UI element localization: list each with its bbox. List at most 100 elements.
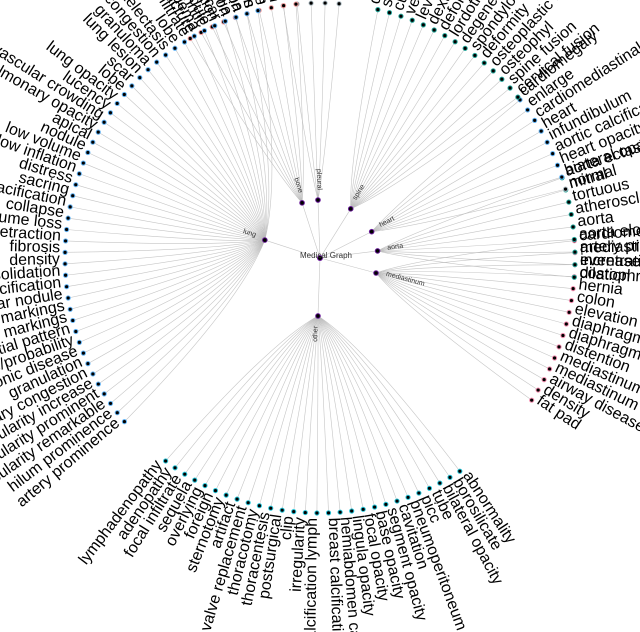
leaf-node (64, 227, 68, 231)
link (376, 273, 532, 400)
leaf-node (508, 86, 512, 90)
leaf-node (458, 469, 462, 473)
leaf-node (223, 19, 227, 23)
leaf-node (473, 53, 477, 57)
leaf-node (68, 307, 72, 311)
leaf-node (63, 239, 67, 243)
branch-label: spine (352, 183, 367, 201)
link (376, 273, 550, 369)
leaf-node (337, 2, 341, 6)
branch-node-mediastinum (374, 271, 379, 276)
leaf-node (463, 46, 467, 50)
leaf-node (421, 23, 425, 27)
link (351, 71, 493, 209)
leaf-node (309, 1, 313, 5)
leaf-node (192, 34, 196, 38)
leaf-node (108, 111, 112, 115)
leaf-node (193, 478, 197, 482)
leaf-node (63, 273, 67, 277)
leaf-node (545, 140, 549, 144)
leaf-node (74, 183, 78, 187)
leaf-node (182, 40, 186, 44)
link (376, 273, 559, 347)
leaf-node (361, 507, 365, 511)
branch-label: other (312, 325, 320, 342)
leaf-node (557, 345, 561, 349)
leaf-node (108, 401, 112, 405)
leaf-node (130, 84, 134, 88)
leaf-node (427, 486, 431, 490)
leaf-node (372, 505, 376, 509)
branch-label: mediastinum (385, 271, 425, 288)
leaf-node (491, 69, 495, 73)
link (320, 258, 376, 273)
leaf-node (246, 501, 250, 505)
leaf-node (68, 205, 72, 209)
link (351, 97, 518, 209)
leaf-node (563, 187, 567, 191)
link (98, 240, 265, 384)
leaf-node (572, 275, 576, 279)
leaf-node (395, 499, 399, 503)
radial-tree-diagram: Medical Graphotherabnormalityborosilicat… (0, 0, 640, 632)
leaf-node (350, 509, 354, 513)
leaf-node (71, 194, 75, 198)
leaf-node (183, 472, 187, 476)
leaf-node (573, 250, 577, 254)
leaf-node (326, 511, 330, 515)
link (73, 196, 265, 240)
leaf-node (539, 129, 543, 133)
link (124, 240, 264, 422)
leaf-node (71, 318, 75, 322)
branch-node-spine (348, 207, 353, 212)
leaf-node (164, 459, 168, 463)
branch-node-lung (263, 238, 268, 243)
leaf-node (146, 68, 150, 72)
leaf-node (376, 8, 380, 12)
link (351, 20, 413, 209)
link (318, 316, 352, 511)
link (226, 316, 318, 495)
leaf-node (410, 18, 414, 22)
leaf-node (572, 237, 576, 241)
leaf-node (77, 340, 81, 344)
leaf-node (115, 101, 119, 105)
link (215, 316, 317, 491)
leaf-node (81, 351, 85, 355)
link (372, 110, 528, 232)
branch-label: pleural (315, 169, 323, 191)
leaf-node (292, 510, 296, 514)
leaf-node (188, 36, 192, 40)
leaf-node (96, 130, 100, 134)
link (372, 131, 542, 232)
root-label: Medical Graph (300, 251, 352, 260)
leaf-node (438, 481, 442, 485)
leaf-node (571, 225, 575, 229)
branch-node-other (316, 314, 321, 319)
leaf-node (482, 61, 486, 65)
leaf-node (338, 510, 342, 514)
link (378, 251, 575, 253)
leaf-node (560, 175, 564, 179)
leaf-node (245, 12, 249, 16)
link (378, 227, 574, 251)
link (318, 200, 320, 258)
leaf-node (547, 367, 551, 371)
link (372, 177, 562, 232)
leaf-node (235, 497, 239, 501)
leaf-node (173, 466, 177, 470)
leaf-node (569, 212, 573, 216)
leaf-node (542, 378, 546, 382)
leaf-node (203, 483, 207, 487)
leaf-node (500, 77, 504, 81)
leaf-node (561, 333, 565, 337)
leaf-node (102, 120, 106, 124)
leaf-node (417, 491, 421, 495)
link (376, 253, 575, 273)
leaf-node (66, 296, 70, 300)
link (66, 240, 265, 275)
leaf-node (303, 510, 307, 514)
leaf-node (406, 495, 410, 499)
leaf-node (432, 28, 436, 32)
node-layer: Medical Graphotherabnormalityborosilicat… (0, 0, 640, 632)
